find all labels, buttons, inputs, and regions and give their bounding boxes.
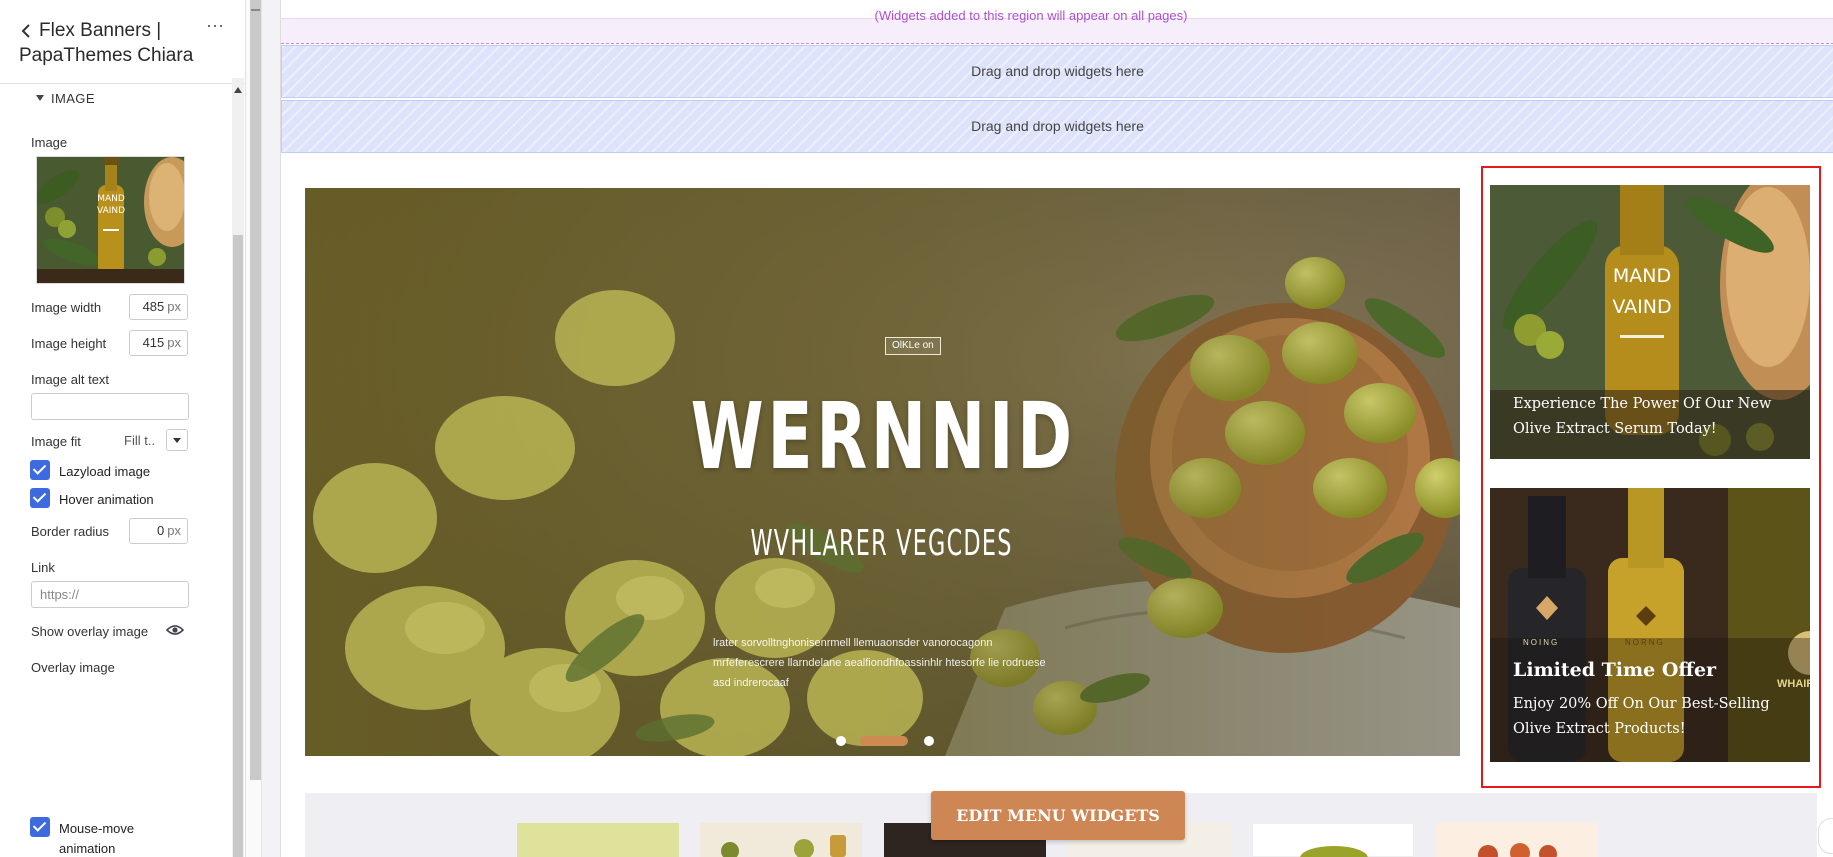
- sidebar-outer-scroll-thumb[interactable]: [250, 0, 261, 780]
- slide-title: WERNNID: [690, 383, 1076, 490]
- thumbnail-bottle-line1: MAND: [97, 194, 125, 204]
- hover-animation-label[interactable]: Hover animation: [59, 492, 154, 507]
- image-width-value: 485: [142, 299, 165, 314]
- link-label: Link: [31, 560, 55, 575]
- menu-tile-5[interactable]: [1252, 823, 1414, 857]
- banner-top-bottle-line2: VAIND: [1612, 296, 1672, 318]
- banner-bottom-side-brand: WHAIR: [1777, 678, 1810, 690]
- image-fit-value[interactable]: Fill t..: [124, 433, 155, 448]
- corner-resize-handle[interactable]: [1818, 818, 1833, 854]
- image-fit-dropdown-button[interactable]: [166, 429, 188, 451]
- border-radius-value: 0: [157, 523, 165, 538]
- alt-text-input[interactable]: [31, 393, 189, 420]
- lazyload-label[interactable]: Lazyload image: [59, 464, 150, 479]
- banner-top-bottle-text: MAND VAIND: [1610, 261, 1674, 323]
- image-thumbnail[interactable]: MAND VAIND: [36, 156, 185, 284]
- image-height-input[interactable]: 415 px: [129, 330, 188, 356]
- image-fit-label: Image fit: [31, 434, 81, 449]
- caret-down-icon: [36, 95, 44, 101]
- panel-title-line1: Flex Banners |: [39, 20, 162, 41]
- banner-bottom-brand-left: NOING: [1523, 638, 1560, 647]
- overlay-image-label: Overlay image: [31, 660, 115, 675]
- menu-tile-5-graphic: [1300, 846, 1368, 857]
- thumbnail-bottle-line2: VAIND: [97, 206, 126, 216]
- thumbnail-bottle-text: MAND VAIND: [97, 193, 125, 217]
- link-input[interactable]: https://: [31, 581, 189, 608]
- image-width-input[interactable]: 485 px: [129, 294, 188, 320]
- slide-dot-1[interactable]: [836, 736, 846, 746]
- border-radius-input[interactable]: 0 px: [129, 518, 188, 544]
- mouse-move-label-line1: Mouse-move: [59, 821, 135, 836]
- slide-subtitle: WVHLARER VEGCDES: [750, 523, 1013, 564]
- image-height-label: Image height: [31, 336, 107, 351]
- banner-top-bottle-line1: MAND: [1612, 265, 1672, 287]
- menu-tile-6[interactable]: [1436, 823, 1598, 857]
- widget-drop-zone-2[interactable]: Drag and drop widgets here: [281, 100, 1833, 153]
- edit-menu-widgets-button[interactable]: EDIT MENU WIDGETS: [931, 791, 1185, 840]
- mouse-move-label-line2: animation: [59, 841, 116, 856]
- menu-tile-1[interactable]: [517, 823, 679, 857]
- border-radius-label: Border radius: [31, 524, 110, 539]
- lazyload-checkbox[interactable]: [30, 460, 50, 480]
- section-image-label: IMAGE: [51, 91, 95, 106]
- panel-title: Flex Banners | PapaThemes Chiara: [19, 18, 199, 68]
- hover-animation-checkbox[interactable]: [30, 488, 50, 508]
- image-label: Image: [31, 135, 68, 150]
- main-slideshow[interactable]: OlKLe on WERNNID WVHLARER VEGCDES lrater…: [305, 188, 1460, 756]
- mouse-move-checkbox[interactable]: [30, 817, 50, 837]
- banner-bottom-title: Limited Time Offer: [1513, 659, 1717, 681]
- sidebar-outer-scroll-mark: [251, 9, 260, 11]
- banner-bottom[interactable]: NOING NORNG WHAIR Limited Time Offer Enj…: [1490, 488, 1810, 762]
- alt-text-label: Image alt text: [31, 372, 110, 387]
- section-image-toggle[interactable]: IMAGE: [36, 91, 95, 107]
- image-width-label: Image width: [31, 300, 102, 315]
- banner-bottom-text: Enjoy 20% Off On Our Best-Selling Olive …: [1513, 696, 1770, 737]
- image-height-unit: px: [167, 335, 181, 350]
- menu-tile-2[interactable]: [700, 823, 862, 857]
- slide-body-text: lrater sorvolltnghonisenrmell llemuaonsd…: [713, 637, 1046, 689]
- menu-tile-6-graphic: [1478, 843, 1557, 857]
- mouse-move-label[interactable]: Mouse-move animation: [59, 819, 134, 857]
- image-width-unit: px: [167, 299, 181, 314]
- panel-title-line2: PapaThemes Chiara: [19, 45, 194, 66]
- banner-top[interactable]: MAND VAIND Experience The Power Of Our N…: [1490, 185, 1810, 459]
- eye-icon[interactable]: [166, 623, 184, 637]
- border-radius-unit: px: [167, 523, 181, 538]
- slide-badge: OlKLe on: [885, 337, 941, 355]
- global-widget-region[interactable]: (Widgets added to this region will appea…: [281, 8, 1833, 44]
- slide-dot-2-active[interactable]: [860, 736, 908, 746]
- widget-drop-zone-1[interactable]: Drag and drop widgets here: [281, 45, 1833, 98]
- image-height-value: 415: [142, 335, 165, 350]
- more-dots-icon[interactable]: ···: [206, 16, 224, 39]
- panel-header: Flex Banners | PapaThemes Chiara ···: [0, 0, 245, 84]
- banner-top-text: Experience The Power Of Our New Olive Ex…: [1513, 396, 1772, 437]
- panel-scroll-up-arrow[interactable]: [234, 87, 242, 93]
- settings-panel: Flex Banners | PapaThemes Chiara ··· IMA…: [0, 0, 246, 857]
- global-region-note: (Widgets added to this region will appea…: [874, 8, 1188, 23]
- slide-dot-3[interactable]: [924, 736, 934, 746]
- panel-scrollbar-thumb[interactable]: [233, 235, 243, 857]
- thumbnail-graphic: [37, 157, 184, 283]
- banner-bottom-brand-right: NORNG: [1625, 638, 1665, 647]
- show-overlay-label: Show overlay image: [31, 624, 149, 639]
- page-canvas: (Widgets added to this region will appea…: [280, 0, 1833, 857]
- menu-tile-2-graphic: [721, 835, 846, 857]
